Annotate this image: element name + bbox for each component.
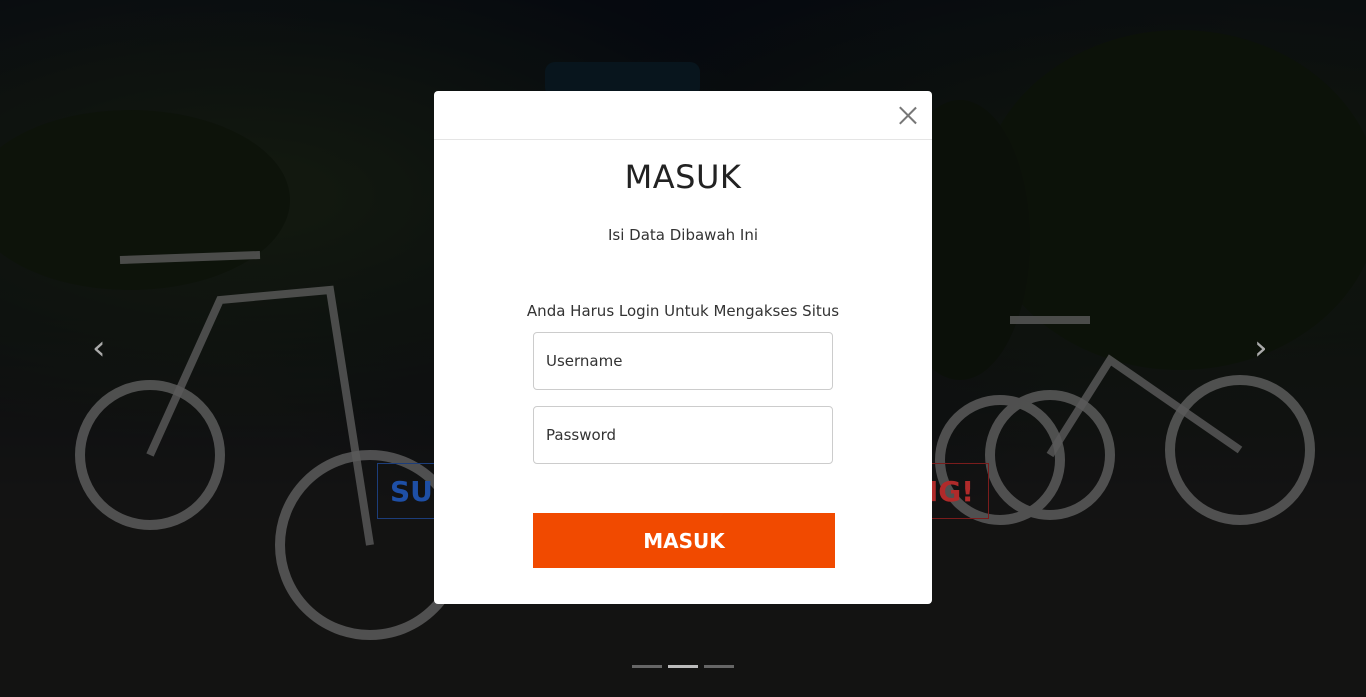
login-notice: Anda Harus Login Untuk Mengakses Situs: [526, 302, 840, 320]
carousel-indicators: [632, 665, 734, 668]
modal-subtitle: Isi Data Dibawah Ini: [607, 226, 759, 244]
carousel-indicator[interactable]: [632, 665, 662, 668]
modal-header: [434, 91, 932, 140]
chevron-left-icon[interactable]: ‹: [92, 331, 116, 365]
username-input[interactable]: [533, 332, 833, 390]
login-submit-button[interactable]: MASUK: [533, 513, 835, 568]
close-icon[interactable]: [898, 105, 918, 125]
password-input[interactable]: [533, 406, 833, 464]
carousel-indicator-active[interactable]: [668, 665, 698, 668]
carousel-indicator[interactable]: [704, 665, 734, 668]
chevron-right-icon[interactable]: ›: [1254, 331, 1278, 365]
promo-banner-right: NG!: [925, 463, 989, 519]
login-modal: MASUK Isi Data Dibawah Ini Anda Harus Lo…: [434, 91, 932, 604]
modal-title: MASUK: [624, 158, 742, 196]
